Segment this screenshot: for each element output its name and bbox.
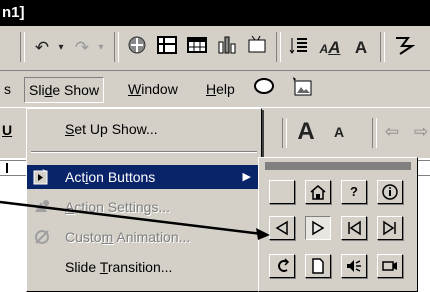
callout-arrow — [0, 200, 270, 240]
